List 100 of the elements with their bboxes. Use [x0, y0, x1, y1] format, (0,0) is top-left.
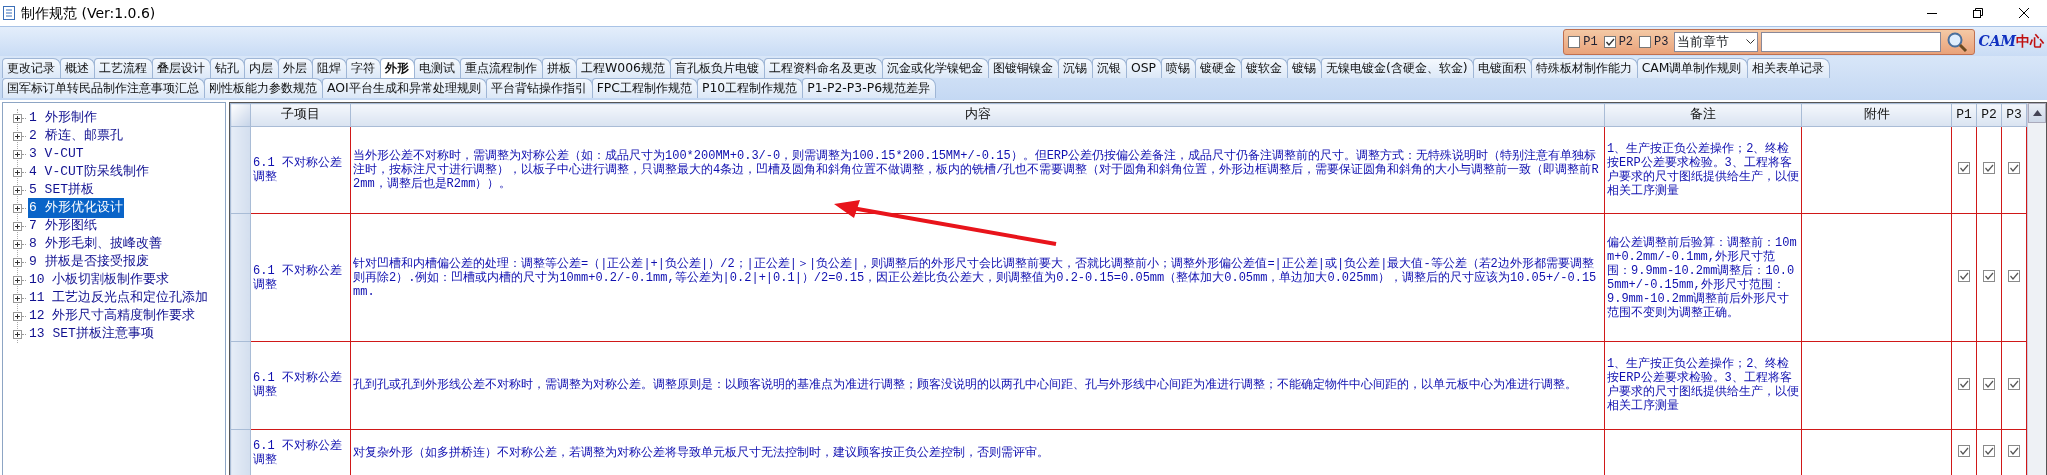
tab[interactable]: 工程W006规范 — [576, 58, 671, 78]
chevron-down-icon — [1746, 38, 1756, 45]
tab[interactable]: 沉锡 — [1057, 58, 1093, 78]
tab[interactable]: 沉金或化学镍钯金 — [881, 58, 989, 78]
column-header: 附件 — [1801, 103, 1952, 126]
search-field[interactable] — [1761, 31, 1942, 52]
column-header: 子项目 — [250, 103, 351, 126]
tab[interactable]: P10工程制作规范 — [696, 78, 804, 98]
checkbox[interactable] — [1958, 445, 1970, 458]
table-cell: 6.1 不对称公差调整 — [250, 213, 351, 342]
tree-item[interactable]: 7 外形图纸 — [28, 216, 98, 236]
checkbox[interactable] — [1983, 270, 1995, 283]
checkbox[interactable] — [1958, 377, 1970, 390]
tree-item[interactable]: 1 外形制作 — [28, 108, 98, 128]
close-icon — [2019, 8, 2029, 18]
check-icon — [2009, 163, 2019, 174]
checkbox[interactable] — [1568, 35, 1581, 48]
expand-icon[interactable] — [13, 221, 22, 231]
tree-item[interactable]: 8 外形毛刺、披峰改善 — [28, 234, 163, 254]
tree-item[interactable]: 10 小板切割板制作要求 — [28, 270, 171, 290]
tab[interactable]: CAM调单制作规则 — [1636, 58, 1748, 78]
tab[interactable]: P1-P2-P3-P6规范差异 — [802, 78, 937, 98]
tab[interactable]: 拼板 — [542, 58, 577, 78]
tab[interactable]: 概述 — [60, 58, 95, 78]
expand-icon[interactable] — [13, 311, 22, 321]
tab[interactable]: 相关表单记录 — [1746, 58, 1830, 78]
tab[interactable]: 盲孔板负片电镀 — [669, 58, 765, 78]
tree-item[interactable]: 12 外形尺寸高精度制作要求 — [28, 306, 197, 326]
search-icon — [1946, 30, 1969, 53]
tab[interactable]: 外形 — [380, 58, 415, 78]
expand-icon[interactable] — [13, 131, 22, 141]
tab[interactable]: 更改记录 — [2, 58, 61, 78]
tab[interactable]: 阻焊 — [312, 58, 347, 78]
tab[interactable]: OSP — [1125, 58, 1162, 78]
tab[interactable]: 镀硬金 — [1195, 58, 1242, 78]
tab[interactable]: FPC工程制作规范 — [591, 78, 698, 98]
tree-item[interactable]: 4 V-CUT防呆线制作 — [28, 162, 150, 182]
expand-icon[interactable] — [13, 293, 22, 303]
checkbox[interactable] — [1958, 270, 1970, 283]
tab[interactable]: 外层 — [278, 58, 313, 78]
expand-icon[interactable] — [13, 167, 22, 177]
expand-icon[interactable] — [13, 203, 22, 213]
scroll-up-button[interactable] — [2028, 103, 2046, 123]
check-icon — [1984, 163, 1994, 174]
tab[interactable]: 喷锡 — [1161, 58, 1196, 78]
checkbox[interactable] — [1983, 162, 1995, 175]
table-cell: 对复杂外形（如多拼桥连）不对称公差，若调整为对称公差将导致单元板尺寸无法控制时，建议顾客按正负公差控制，否则需评审。 — [350, 429, 1605, 475]
tab[interactable]: AOI平台生成和异常处理规则 — [322, 78, 487, 98]
tree-item[interactable]: 2 桥连、邮票孔 — [28, 126, 124, 146]
checkbox[interactable] — [1983, 377, 1995, 390]
tab[interactable]: 特殊板材制作能力 — [1530, 58, 1638, 78]
expand-icon[interactable] — [13, 275, 22, 285]
checkbox[interactable] — [2008, 270, 2020, 283]
tab[interactable]: 无镍电镀金(含硬金、软金) — [1321, 58, 1474, 78]
checkbox[interactable] — [1603, 35, 1616, 48]
tree-item[interactable]: 9 拼板是否接受报废 — [28, 252, 150, 272]
tab[interactable]: 钻孔 — [210, 58, 245, 78]
tab[interactable]: 重点流程制作 — [460, 58, 543, 78]
check-icon — [1959, 271, 1969, 282]
tree-item[interactable]: 13 SET拼板注意事项 — [28, 324, 155, 344]
tab[interactable]: 电镀面积 — [1472, 58, 1532, 78]
scope-dropdown[interactable]: 当前章节 — [1674, 31, 1759, 52]
check-icon — [1984, 378, 1994, 389]
tab[interactable]: 工艺流程 — [94, 58, 153, 78]
tab[interactable]: 电测试 — [414, 58, 461, 78]
check-icon — [2009, 378, 2019, 389]
checkbox[interactable] — [1958, 162, 1970, 175]
checkbox[interactable] — [2008, 377, 2020, 390]
restore-icon — [1973, 8, 1983, 18]
checkbox[interactable] — [1983, 445, 1995, 458]
checkbox[interactable] — [2008, 445, 2020, 458]
expand-icon[interactable] — [13, 113, 22, 123]
tab[interactable]: 刚性板能力参数规范 — [204, 78, 323, 98]
checkbox[interactable] — [1639, 35, 1652, 48]
column-header: 备注 — [1604, 103, 1802, 126]
check-icon — [2009, 271, 2019, 282]
tab[interactable]: 国军标订单转民品制作注意事项汇总 — [2, 78, 205, 98]
tree-item[interactable]: 11 工艺边反光点和定位孔添加 — [28, 288, 210, 308]
tab[interactable]: 工程资料命名及更改 — [763, 58, 883, 78]
expand-icon[interactable] — [13, 329, 22, 339]
checkbox[interactable] — [2008, 162, 2020, 175]
tree-item[interactable]: 3 V-CUT — [28, 144, 85, 164]
tab[interactable]: 镀锡 — [1287, 58, 1322, 78]
check-icon — [1984, 446, 1994, 457]
check-icon — [1604, 36, 1615, 47]
tree-item[interactable]: 6 外形优化设计 — [28, 198, 124, 218]
check-icon — [1984, 271, 1994, 282]
tab[interactable]: 沉银 — [1091, 58, 1127, 78]
tab[interactable]: 平台背钻操作指引 — [485, 78, 593, 98]
expand-icon[interactable] — [13, 257, 22, 267]
tab[interactable]: 内层 — [244, 58, 279, 78]
expand-icon[interactable] — [13, 185, 22, 195]
tab[interactable]: 镀软金 — [1241, 58, 1288, 78]
tree-item[interactable]: 5 SET拼板 — [28, 180, 95, 200]
expand-icon[interactable] — [13, 149, 22, 159]
expand-icon[interactable] — [13, 239, 22, 249]
tab[interactable]: 叠层设计 — [152, 58, 211, 78]
tab[interactable]: 图镀铜镍金 — [987, 58, 1059, 78]
tab[interactable]: 字符 — [346, 58, 381, 78]
table-cell: 6.1 不对称公差调整 — [250, 429, 351, 475]
